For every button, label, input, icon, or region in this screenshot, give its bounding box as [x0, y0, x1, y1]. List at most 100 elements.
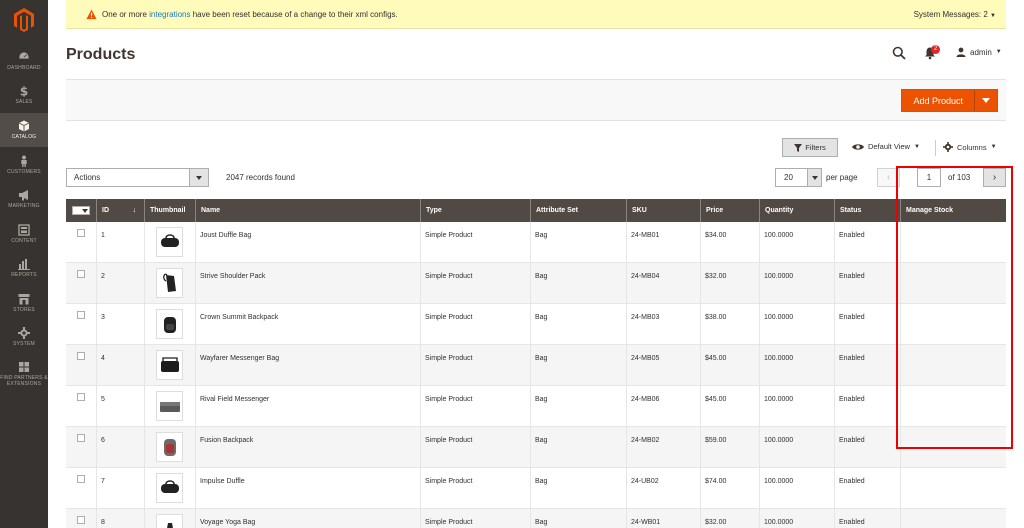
- magento-logo[interactable]: [0, 0, 48, 40]
- column-divider: [700, 427, 701, 468]
- product-thumbnail[interactable]: [156, 268, 183, 298]
- row-checkbox[interactable]: [77, 475, 85, 483]
- column-divider: [144, 222, 145, 263]
- system-messages-toggle[interactable]: System Messages: 2 ▼: [914, 10, 996, 19]
- column-divider: [420, 263, 421, 304]
- cell-id: 3: [101, 314, 105, 321]
- cell-id: 5: [101, 396, 105, 403]
- product-image-icon: [166, 523, 173, 528]
- column-header-quantity[interactable]: Quantity: [759, 199, 834, 222]
- table-row[interactable]: 3 Crown Summit Backpack Simple Product Bag 2…: [66, 304, 1006, 345]
- product-thumbnail[interactable]: [156, 473, 183, 503]
- mass-actions-select[interactable]: Actions: [66, 168, 209, 187]
- integrations-link[interactable]: integrations: [149, 10, 190, 19]
- cell-attribute-set: Bag: [535, 478, 548, 485]
- cell-type: Simple Product: [425, 232, 473, 239]
- row-checkbox[interactable]: [77, 434, 85, 442]
- row-checkbox[interactable]: [77, 352, 85, 360]
- table-row[interactable]: 2 Strive Shoulder Pack Simple Product Bag 24…: [66, 263, 1006, 304]
- product-thumbnail[interactable]: [156, 350, 183, 380]
- column-divider: [834, 263, 835, 304]
- columns-dropdown[interactable]: Columns ▼: [943, 142, 997, 152]
- admin-user-menu[interactable]: admin ▼: [956, 47, 1002, 57]
- column-header-type[interactable]: Type: [420, 199, 530, 222]
- cell-status: Enabled: [839, 355, 865, 362]
- product-image-icon: [160, 234, 179, 247]
- column-divider: [626, 386, 627, 427]
- column-header-attribute-set[interactable]: Attribute Set: [530, 199, 626, 222]
- column-divider: [195, 263, 196, 304]
- cell-price: $45.00: [705, 396, 727, 403]
- column-divider: [834, 427, 835, 468]
- table-row[interactable]: 7 Impulse Duffle Simple Product Bag 24-UB02 $…: [66, 468, 1006, 509]
- cell-attribute-set: Bag: [535, 519, 548, 526]
- table-row[interactable]: 6 Fusion Backpack Simple Product Bag 24-MB02…: [66, 427, 1006, 468]
- search-icon[interactable]: [892, 46, 906, 60]
- warning-icon: [86, 9, 97, 20]
- gear-icon: [18, 327, 30, 339]
- toolbar-divider: [935, 140, 936, 156]
- product-thumbnail[interactable]: [156, 227, 183, 257]
- blocks-icon: [19, 362, 29, 372]
- table-row[interactable]: 8 Voyage Yoga Bag Simple Product Bag 24-WB01…: [66, 509, 1006, 528]
- column-divider: [420, 386, 421, 427]
- box-icon: [18, 120, 30, 132]
- sidebar-item-stores[interactable]: Stores: [0, 286, 48, 320]
- default-view-dropdown[interactable]: Default View ▼: [852, 142, 920, 151]
- per-page-select[interactable]: 20: [775, 168, 822, 187]
- sidebar-item-catalog[interactable]: Catalog: [0, 113, 48, 147]
- column-divider: [700, 345, 701, 386]
- column-divider: [834, 386, 835, 427]
- cell-quantity: 100.0000: [764, 232, 794, 239]
- sidebar-item-reports[interactable]: Reports: [0, 251, 48, 285]
- admin-sidebar: Dashboard $ Sales Catalog Customers Marketing…: [0, 0, 48, 528]
- column-header-thumbnail[interactable]: Thumbnail: [144, 199, 195, 222]
- product-thumbnail[interactable]: [156, 514, 183, 528]
- add-product-label[interactable]: Add Product: [902, 96, 974, 106]
- cell-type: Simple Product: [425, 273, 473, 280]
- product-thumbnail[interactable]: [156, 432, 183, 462]
- cell-sku: 24-MB04: [631, 273, 660, 280]
- column-header-name[interactable]: Name: [195, 199, 420, 222]
- column-divider: [759, 468, 760, 509]
- chevron-down-icon: [982, 98, 991, 103]
- table-row[interactable]: 1 Joust Duffle Bag Simple Product Bag 24-MB0…: [66, 222, 1006, 263]
- row-checkbox[interactable]: [77, 270, 85, 278]
- column-header-price[interactable]: Price: [700, 199, 759, 222]
- product-thumbnail[interactable]: [156, 391, 183, 421]
- table-row[interactable]: 4 Wayfarer Messenger Bag Simple Product Bag…: [66, 345, 1006, 386]
- sidebar-item-sales[interactable]: $ Sales: [0, 78, 48, 112]
- select-all-checkbox[interactable]: [72, 206, 90, 215]
- cell-type: Simple Product: [425, 396, 473, 403]
- cell-attribute-set: Bag: [535, 232, 548, 239]
- cell-name: Strive Shoulder Pack: [200, 273, 266, 280]
- column-header-id[interactable]: ID ↓: [96, 199, 144, 222]
- filters-button[interactable]: Filters: [782, 138, 838, 157]
- column-divider: [700, 304, 701, 345]
- sidebar-item-content[interactable]: Content: [0, 217, 48, 251]
- magento-logo-icon: [14, 8, 34, 32]
- product-thumbnail[interactable]: [156, 309, 183, 339]
- row-checkbox[interactable]: [77, 229, 85, 237]
- sidebar-item-dashboard[interactable]: Dashboard: [0, 44, 48, 78]
- column-header-sku[interactable]: SKU: [626, 199, 700, 222]
- cell-status: Enabled: [839, 232, 865, 239]
- table-row[interactable]: 5 Rival Field Messenger Simple Product Bag 2…: [66, 386, 1006, 427]
- sidebar-item-customers[interactable]: Customers: [0, 148, 48, 182]
- sidebar-item-marketing[interactable]: Marketing: [0, 182, 48, 216]
- add-product-dropdown-toggle[interactable]: [974, 90, 997, 111]
- sidebar-item-find[interactable]: Find Partners & Extensions: [0, 354, 48, 394]
- cell-quantity: 100.0000: [764, 478, 794, 485]
- cell-status: Enabled: [839, 273, 865, 280]
- row-checkbox[interactable]: [77, 311, 85, 319]
- cell-status: Enabled: [839, 314, 865, 321]
- cell-name: Joust Duffle Bag: [200, 232, 252, 239]
- row-checkbox[interactable]: [77, 516, 85, 524]
- add-product-button[interactable]: Add Product: [901, 89, 998, 112]
- row-checkbox[interactable]: [77, 393, 85, 401]
- cell-sku: 24-MB05: [631, 355, 660, 362]
- column-divider: [96, 263, 97, 304]
- column-header-status[interactable]: Status: [834, 199, 900, 222]
- cell-price: $74.00: [705, 478, 727, 485]
- sidebar-item-system[interactable]: System: [0, 320, 48, 354]
